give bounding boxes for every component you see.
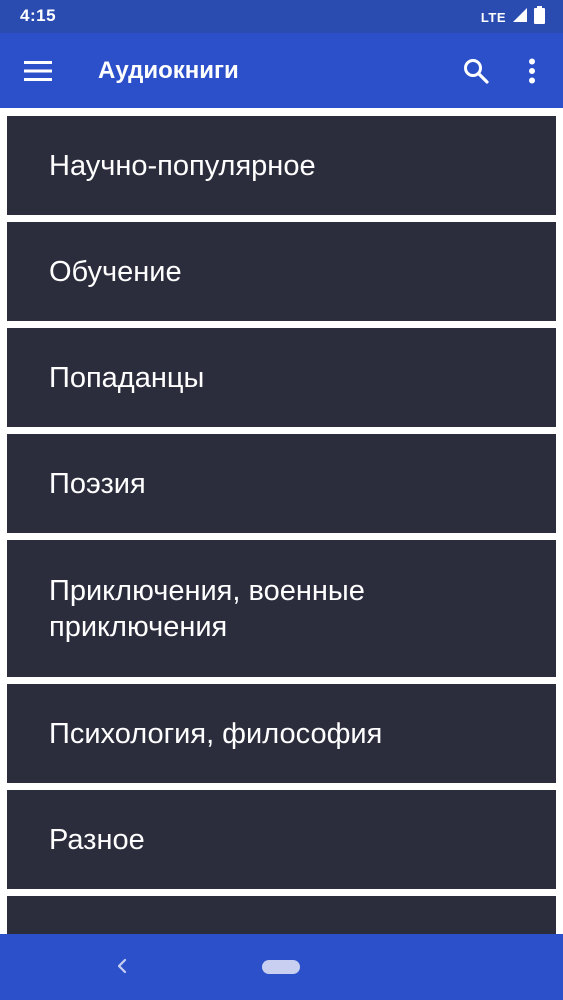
category-item[interactable]: Попаданцы	[7, 328, 556, 427]
page-title: Аудиокниги	[98, 57, 239, 84]
navigation-bar	[0, 934, 563, 1000]
search-icon	[464, 59, 489, 84]
status-bar: 4:15 LTE	[0, 0, 563, 33]
category-item[interactable]: Психология, философия	[7, 684, 556, 783]
category-label: Обучение	[49, 255, 182, 288]
network-type: LTE	[480, 10, 506, 25]
category-label: Психология, философия	[49, 717, 383, 750]
menu-icon	[24, 61, 52, 81]
status-time: 4:15	[20, 6, 57, 25]
home-pill-icon[interactable]	[262, 960, 300, 974]
category-item[interactable]	[7, 896, 556, 934]
more-vert-icon	[529, 58, 535, 84]
category-label: Поэзия	[49, 467, 146, 500]
search-button[interactable]	[452, 47, 500, 95]
battery-icon	[534, 6, 545, 29]
menu-button[interactable]	[14, 47, 62, 95]
category-label: Приключения, военные приключения	[49, 574, 365, 643]
category-label: Научно-популярное	[49, 149, 316, 182]
category-item[interactable]: Обучение	[7, 222, 556, 321]
back-button[interactable]	[108, 952, 136, 980]
category-item[interactable]: Разное	[7, 790, 556, 889]
category-label: Разное	[49, 823, 145, 856]
app-bar: Аудиокниги	[0, 33, 563, 108]
status-icons: LTE	[481, 6, 545, 29]
back-icon	[117, 958, 127, 974]
more-options-button[interactable]	[508, 47, 556, 95]
category-item[interactable]: Приключения, военные приключения	[7, 540, 556, 677]
signal-icon	[512, 7, 528, 28]
category-list[interactable]: Научно-популярное Обучение Попаданцы Поэ…	[7, 116, 556, 934]
category-label: Попаданцы	[49, 361, 205, 394]
category-item[interactable]: Научно-популярное	[7, 116, 556, 215]
category-item[interactable]: Поэзия	[7, 434, 556, 533]
